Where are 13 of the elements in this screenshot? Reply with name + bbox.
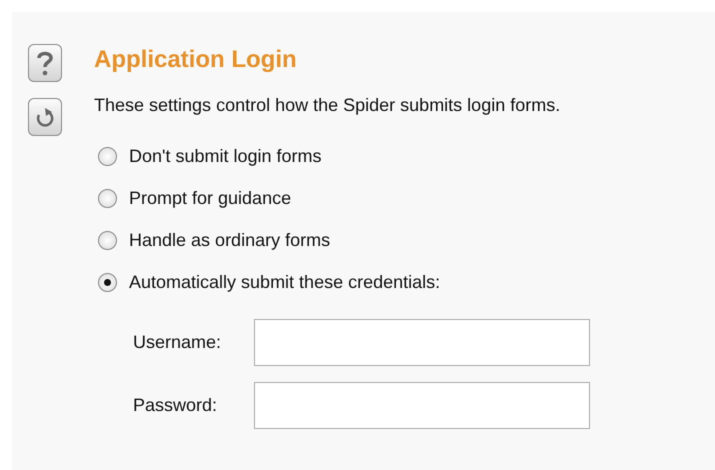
field-label: Password: [133,394,218,417]
field-label: Username: [133,331,222,354]
input-field[interactable] [254,382,590,429]
description-text: These settings control how the Spider submits login forms. [94,94,562,117]
reset-button[interactable] [28,98,62,136]
section-title: Application Login [94,45,298,75]
radio-option[interactable]: Don't submit login forms [98,135,590,177]
radio-option[interactable]: Handle as ordinary forms [98,219,590,261]
input-field[interactable] [254,319,590,366]
help-button[interactable] [28,44,62,82]
radio-option[interactable]: Prompt for guidance [98,177,590,219]
radio-option[interactable]: Automatically submit these credentials: [98,261,590,303]
rotate-arrow-icon [34,106,56,128]
